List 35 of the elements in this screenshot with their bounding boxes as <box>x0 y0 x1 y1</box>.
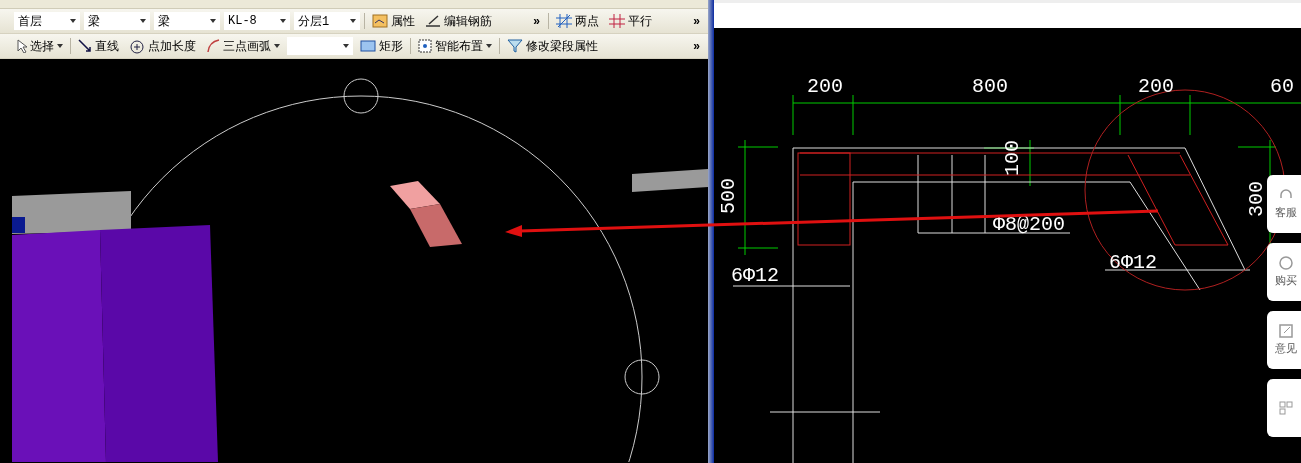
toolbar-button[interactable]: 属性 <box>369 11 418 31</box>
dimension-label: 300 <box>1245 181 1268 217</box>
dropdown-field[interactable]: 首层 <box>14 12 80 30</box>
side-button-label: 客服 <box>1275 205 1297 220</box>
toolbar-button[interactable]: 平行 <box>606 11 655 31</box>
overflow-button[interactable]: » <box>529 12 544 30</box>
side-button[interactable]: 意见 <box>1267 311 1301 369</box>
side-button-label: 意见 <box>1275 341 1297 356</box>
dimension-label: 200 <box>1138 75 1174 98</box>
toolbar-button[interactable]: 三点画弧 <box>203 36 283 56</box>
rebar-label: 6Φ12 <box>731 264 779 287</box>
dimension-label: 500 <box>717 178 740 214</box>
toolbar-button[interactable]: 直线 <box>75 36 122 56</box>
overflow-button[interactable]: » <box>689 37 704 55</box>
rebar-label: Φ8@200 <box>993 213 1065 236</box>
dropdown-field[interactable]: 分层1 <box>294 12 360 30</box>
side-button[interactable]: 客服 <box>1267 175 1301 233</box>
dimension-label: 800 <box>972 75 1008 98</box>
toolbar-button[interactable]: 修改梁段属性 <box>504 36 601 56</box>
toolbar-button[interactable]: 两点 <box>553 11 602 31</box>
dropdown-field[interactable]: KL-8 <box>224 12 290 30</box>
dropdown-field[interactable]: 梁 <box>84 12 150 30</box>
dimension-label: 100 <box>1001 140 1024 176</box>
dropdown-field[interactable]: 梁 <box>154 12 220 30</box>
side-button-label: 购买 <box>1275 273 1297 288</box>
toolbar-button[interactable]: 智能布置 <box>415 36 495 56</box>
side-button[interactable]: 购买 <box>1267 243 1301 301</box>
toolbar-button[interactable]: 选择 <box>14 36 66 56</box>
dimension-label: 60 <box>1270 75 1294 98</box>
overflow-button[interactable]: » <box>689 12 704 30</box>
dimension-label: 200 <box>807 75 843 98</box>
toolbar-button[interactable]: 编辑钢筋 <box>422 11 495 31</box>
rebar-label: 6Φ12 <box>1109 251 1157 274</box>
toolbar-button[interactable]: 点加长度 <box>126 36 199 56</box>
toolbar-button[interactable]: 矩形 <box>357 36 406 56</box>
